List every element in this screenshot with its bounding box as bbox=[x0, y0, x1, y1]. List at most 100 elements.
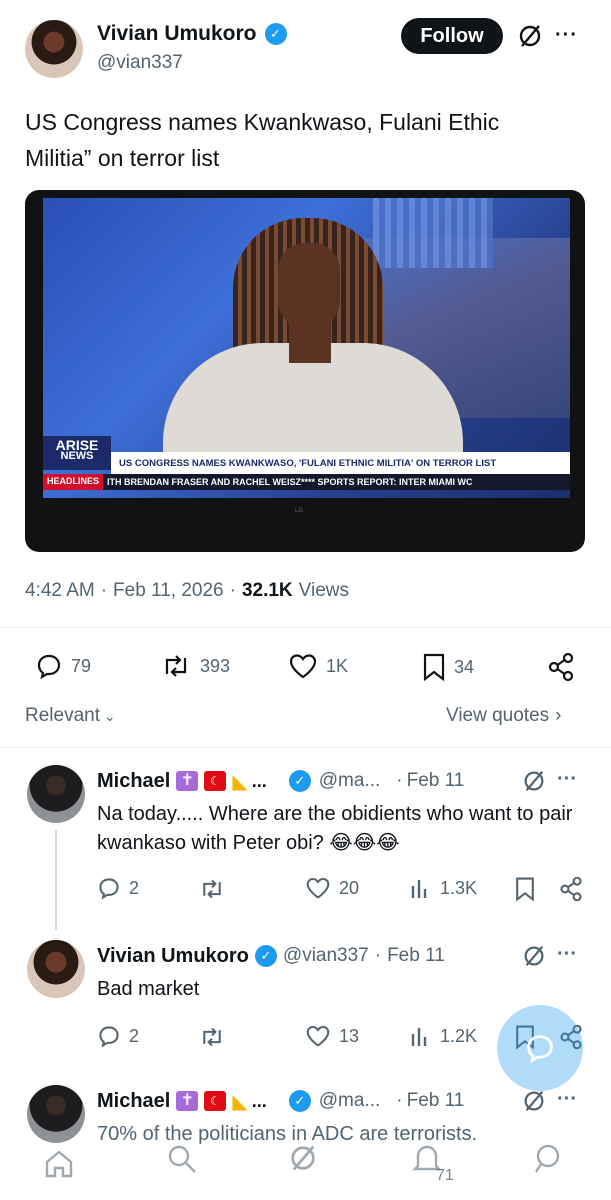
presenter-face bbox=[278, 243, 340, 331]
reply-views-button[interactable]: 1.2K bbox=[410, 1024, 477, 1048]
triangle-ruler-icon: ◣ bbox=[232, 770, 248, 793]
more-options-icon[interactable]: ··· bbox=[557, 768, 577, 791]
triangle-ruler-icon: ◣ bbox=[232, 1090, 248, 1113]
heart-icon bbox=[306, 877, 330, 899]
like-count: 13 bbox=[339, 1025, 360, 1046]
meta-separator: · bbox=[396, 770, 403, 791]
reply-reply-button[interactable]: 2 bbox=[97, 876, 139, 900]
heart-icon bbox=[306, 1025, 330, 1047]
reply-handle[interactable]: @ma... bbox=[319, 1090, 381, 1112]
tv-screen: ARISE NEWS US CONGRESS NAMES KWANKWASO, … bbox=[43, 198, 570, 498]
reply-views-button[interactable]: 1.3K bbox=[410, 876, 477, 900]
search-icon[interactable] bbox=[165, 1142, 199, 1181]
author-name-row: Vivian Umukoro ✓ bbox=[97, 20, 287, 48]
tweet-date[interactable]: Feb 11, 2026 bbox=[113, 580, 224, 602]
more-options-icon[interactable]: ··· bbox=[557, 1088, 577, 1111]
backdrop-buildings bbox=[373, 198, 493, 268]
compose-reply-fab[interactable] bbox=[497, 1005, 583, 1091]
sort-label: Relevant bbox=[25, 705, 100, 726]
reply-count: 2 bbox=[129, 877, 140, 898]
like-count: 1K bbox=[326, 655, 349, 676]
reply-author-name[interactable]: Michael bbox=[97, 1090, 170, 1113]
tweet-time[interactable]: 4:42 AM bbox=[25, 580, 95, 602]
more-options-icon[interactable]: ··· bbox=[555, 24, 578, 47]
verified-badge-icon: ✓ bbox=[288, 770, 311, 792]
reply-text: Bad market bbox=[97, 978, 200, 1000]
cross-emoji-icon: ✝ bbox=[176, 1091, 199, 1111]
verified-badge-icon: ✓ bbox=[288, 1090, 311, 1112]
reply-header: Michael ✝ ☾ ◣ ... ✓ @ma... · Feb 11 bbox=[97, 1087, 464, 1115]
tv-brand: LG bbox=[295, 508, 304, 514]
verified-badge-icon: ✓ bbox=[254, 945, 277, 967]
reply-avatar[interactable] bbox=[27, 765, 85, 823]
bookmark-count: 34 bbox=[454, 656, 475, 677]
reply-avatar[interactable] bbox=[27, 940, 85, 998]
view-quotes-link[interactable]: View quotes › bbox=[446, 705, 562, 727]
reply-handle[interactable]: @ma... bbox=[319, 770, 381, 792]
reply-icon bbox=[99, 878, 119, 900]
ticker-crawl-bar: HEADLINES ITH BRENDAN FRASER AND RACHEL … bbox=[43, 474, 570, 490]
home-icon[interactable] bbox=[42, 1146, 76, 1185]
bookmark-button[interactable]: 34 bbox=[422, 652, 474, 682]
reply-date[interactable]: Feb 11 bbox=[387, 945, 445, 967]
repost-count: 393 bbox=[200, 655, 231, 676]
name-truncation: ... bbox=[251, 770, 267, 791]
cross-emoji-icon: ✝ bbox=[176, 771, 199, 791]
grok-icon[interactable] bbox=[521, 943, 547, 969]
like-count: 20 bbox=[339, 877, 360, 898]
reply-date[interactable]: Feb 11 bbox=[407, 1090, 465, 1112]
views-count: 71 bbox=[436, 1167, 454, 1184]
messages-icon[interactable] bbox=[533, 1142, 567, 1181]
sort-dropdown[interactable]: Relevant ⌄ bbox=[25, 705, 116, 727]
author-name[interactable]: Vivian Umukoro bbox=[97, 22, 257, 46]
reply-author-name[interactable]: Michael bbox=[97, 770, 170, 793]
reply-count: 79 bbox=[71, 655, 92, 676]
bookmark-icon bbox=[423, 653, 445, 682]
divider bbox=[0, 627, 611, 628]
meta-separator: · bbox=[100, 580, 108, 601]
grok-nav-icon[interactable] bbox=[287, 1142, 319, 1179]
grok-icon[interactable] bbox=[521, 768, 547, 794]
grok-icon[interactable] bbox=[516, 22, 544, 50]
share-icon[interactable] bbox=[546, 652, 576, 687]
share-icon[interactable] bbox=[558, 876, 584, 907]
compose-reply-icon bbox=[527, 1035, 553, 1064]
more-options-icon[interactable]: ··· bbox=[557, 943, 577, 966]
reply-handle[interactable]: @vian337 bbox=[283, 945, 369, 967]
reply-icon bbox=[37, 654, 61, 680]
tweet-text: US Congress names Kwankwaso, Fulani Ethi… bbox=[25, 109, 500, 171]
ticker-tag: HEADLINES bbox=[43, 474, 104, 490]
author-handle[interactable]: @vian337 bbox=[97, 52, 183, 74]
tweet-meta: 4:42 AM · Feb 11, 2026 · 32.1K Views bbox=[25, 580, 349, 602]
views-count: 1.2K bbox=[440, 1025, 478, 1046]
reply-reply-button[interactable]: 2 bbox=[97, 1024, 139, 1048]
reply-button[interactable]: 79 bbox=[35, 652, 91, 680]
meta-separator: · bbox=[374, 945, 382, 966]
reply-text: Na today..... Where are the obidients wh… bbox=[97, 803, 573, 854]
reply-like-button[interactable]: 13 bbox=[305, 1024, 359, 1048]
views-icon bbox=[411, 880, 427, 898]
repost-button[interactable]: 393 bbox=[160, 652, 230, 680]
ticker-crawl: ITH BRENDAN FRASER AND RACHEL WEISZ**** … bbox=[107, 477, 473, 487]
chevron-right-icon: › bbox=[555, 705, 562, 726]
reply-avatar[interactable] bbox=[27, 1085, 85, 1143]
author-avatar[interactable] bbox=[25, 20, 83, 78]
ticker-headline-bar: US CONGRESS NAMES KWANKWASO, 'FULANI ETH… bbox=[111, 452, 570, 474]
reply-author-name[interactable]: Vivian Umukoro bbox=[97, 945, 249, 968]
repost-icon[interactable] bbox=[198, 877, 226, 906]
reply-date[interactable]: Feb 11 bbox=[407, 770, 465, 792]
bookmark-icon[interactable] bbox=[514, 876, 536, 907]
reply-like-button[interactable]: 20 bbox=[305, 876, 359, 900]
name-truncation: ... bbox=[251, 1090, 267, 1111]
ticker-headline: US CONGRESS NAMES KWANKWASO, 'FULANI ETH… bbox=[119, 457, 497, 469]
repost-icon[interactable] bbox=[198, 1025, 226, 1054]
thread-line bbox=[55, 830, 57, 930]
tweet-media-image[interactable]: ARISE NEWS US CONGRESS NAMES KWANKWASO, … bbox=[25, 190, 585, 552]
heart-icon bbox=[289, 654, 317, 679]
follow-button[interactable]: Follow bbox=[401, 18, 503, 54]
views-count: 32.1K bbox=[241, 580, 293, 601]
like-button[interactable]: 1K bbox=[288, 652, 348, 680]
arise-news-logo: ARISE NEWS bbox=[43, 436, 111, 470]
reply-icon bbox=[99, 1026, 119, 1048]
grok-icon[interactable] bbox=[521, 1088, 547, 1114]
